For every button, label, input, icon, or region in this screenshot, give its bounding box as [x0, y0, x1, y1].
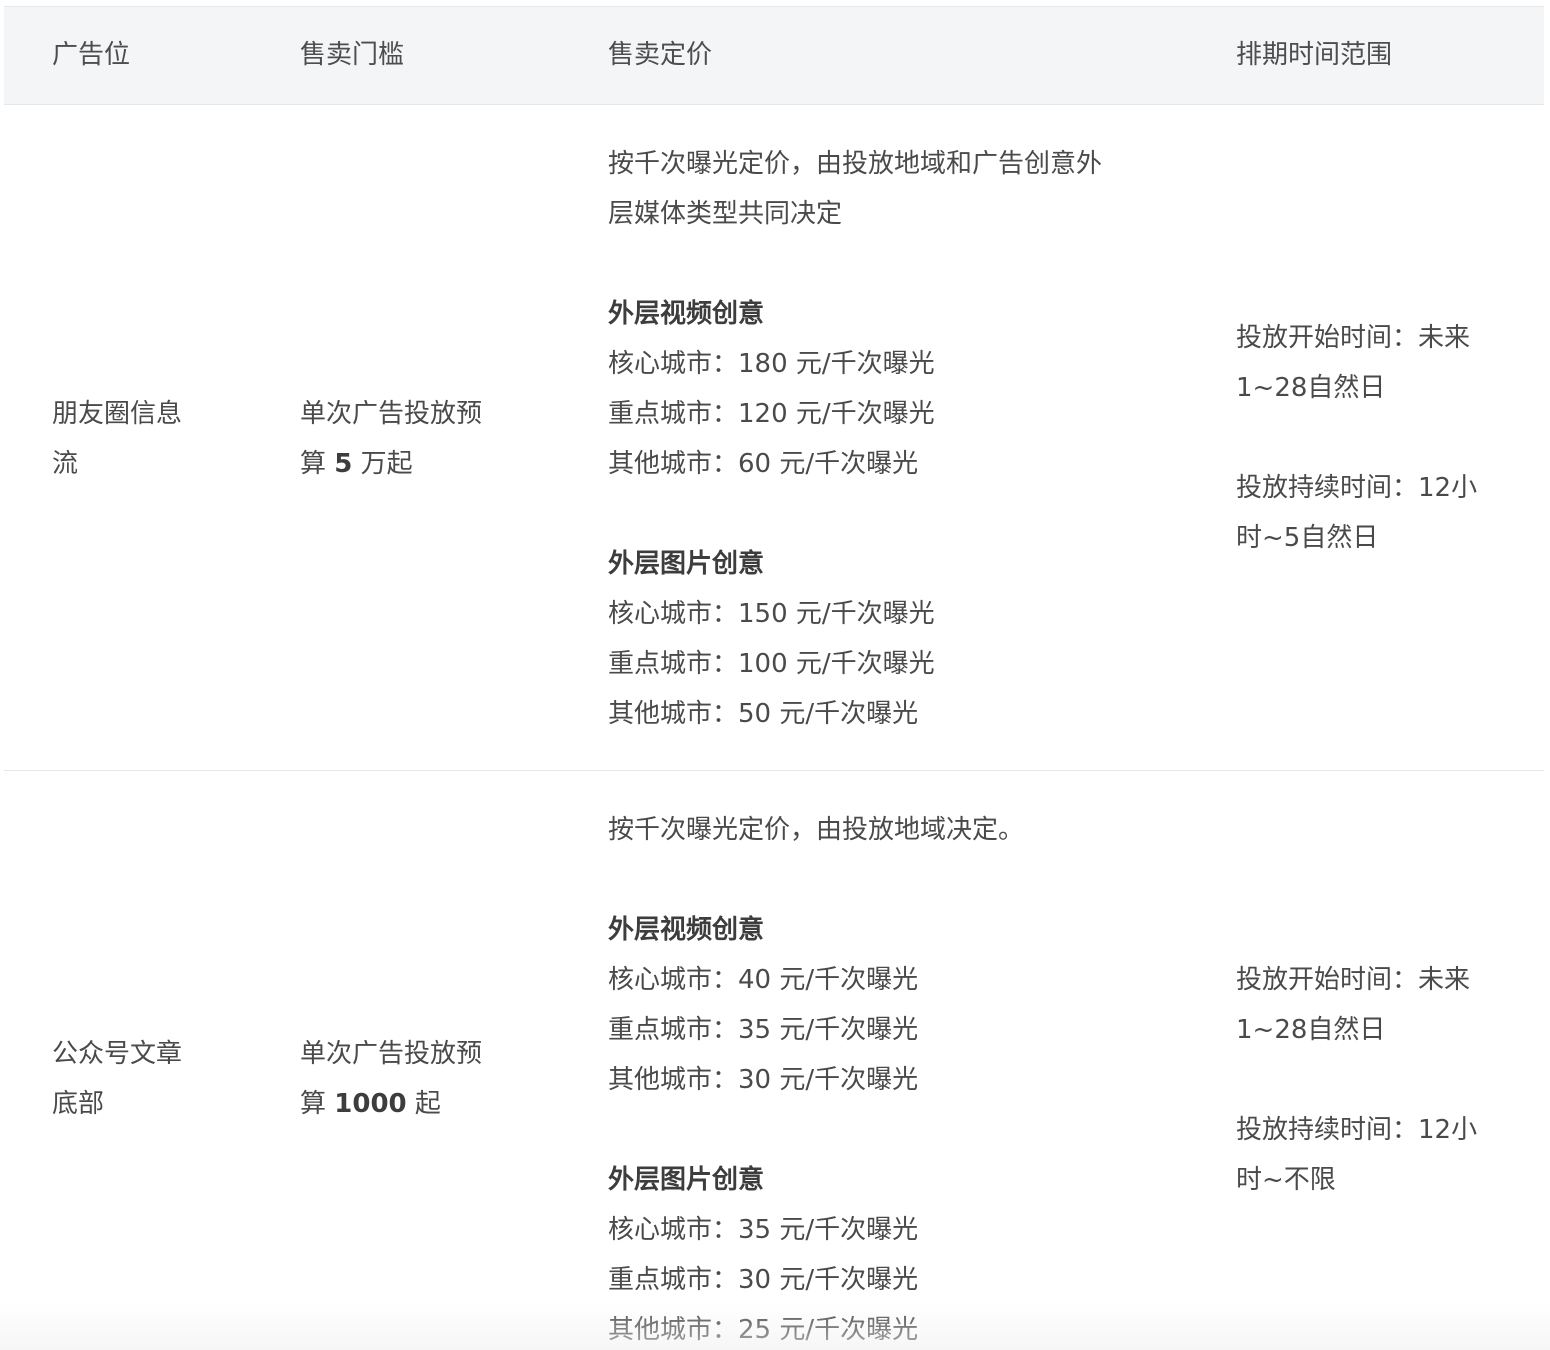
price-line: 核心城市：40 元/千次曝光	[608, 965, 919, 995]
schedule-cell: 投放开始时间：未来 1~28自然日 投放持续时间：12小 时~5自然日	[1236, 323, 1478, 553]
ad-slot-cell: 公众号文章 底部	[52, 1039, 183, 1119]
threshold-cell: 单次广告投放预 算 1000 起	[300, 1039, 483, 1119]
price-line: 核心城市：150 元/千次曝光	[608, 599, 935, 629]
price-line: 核心城市：35 元/千次曝光	[608, 1215, 919, 1245]
price-line: 其他城市：60 元/千次曝光	[608, 449, 919, 479]
pricing-cell: 按千次曝光定价，由投放地域决定。 外层视频创意 核心城市：40 元/千次曝光 重…	[608, 805, 1024, 1350]
header-schedule: 排期时间范围	[1236, 40, 1393, 70]
schedule-cell: 投放开始时间：未来 1~28自然日 投放持续时间：12小 时~不限	[1236, 965, 1478, 1195]
table-row: 公众号文章 底部 单次广告投放预 算 1000 起 按千次曝光定价，由投放地域决…	[4, 771, 1544, 1350]
table-header: 广告位 售卖门槛 售卖定价 排期时间范围	[4, 7, 1544, 105]
ad-slot-cell: 朋友圈信息 流	[52, 399, 183, 479]
price-line: 重点城市：35 元/千次曝光	[608, 1015, 919, 1045]
price-line: 重点城市：120 元/千次曝光	[608, 399, 935, 429]
threshold-cell: 单次广告投放预 算 5 万起	[300, 399, 483, 479]
pricing-group-title: 外层图片创意	[608, 1165, 765, 1195]
price-line: 其他城市：50 元/千次曝光	[608, 699, 919, 729]
price-line: 其他城市：30 元/千次曝光	[608, 1065, 919, 1095]
pricing-group-title: 外层图片创意	[608, 549, 765, 579]
price-line: 重点城市：100 元/千次曝光	[608, 649, 935, 679]
header-ad-slot: 广告位	[52, 40, 131, 70]
price-line: 重点城市：30 元/千次曝光	[608, 1265, 919, 1295]
header-pricing: 售卖定价	[608, 40, 713, 70]
threshold-amount: 1000	[334, 1089, 407, 1119]
pricing-cell: 按千次曝光定价，由投放地域和广告创意外 层媒体类型共同决定 外层视频创意 核心城…	[608, 139, 1102, 739]
table-row: 朋友圈信息 流 单次广告投放预 算 5 万起 按千次曝光定价，由投放地域和广告创…	[4, 105, 1544, 771]
price-line: 核心城市：180 元/千次曝光	[608, 349, 935, 379]
price-line: 其他城市：25 元/千次曝光	[608, 1315, 919, 1345]
header-threshold: 售卖门槛	[300, 40, 405, 70]
threshold-amount: 5	[334, 449, 353, 479]
pricing-group-title: 外层视频创意	[608, 915, 765, 945]
pricing-group-title: 外层视频创意	[608, 299, 765, 329]
